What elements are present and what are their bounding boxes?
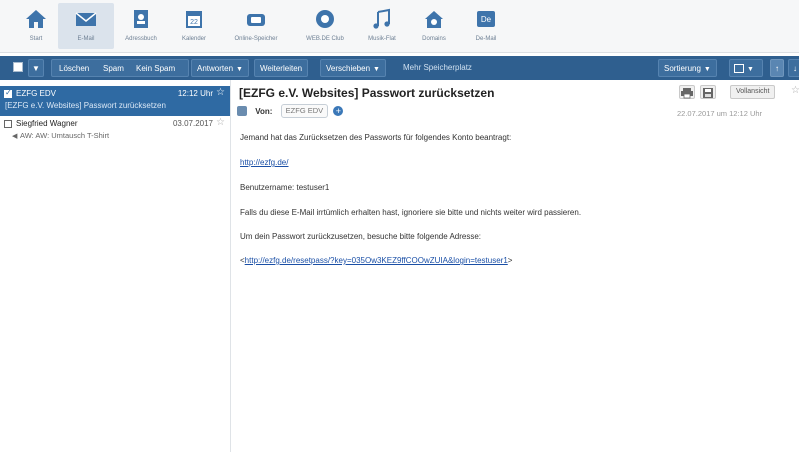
message-checkbox[interactable] — [4, 120, 12, 128]
scroll-up-button[interactable]: ↑ — [770, 59, 784, 77]
nav-label-de-mail: De-Mail — [475, 36, 497, 42]
chevron-down-icon: ▼ — [703, 66, 711, 73]
sort-label: Sortierung — [664, 64, 701, 73]
list-item[interactable]: Siegfried Wagner 03.07.2017 ☆ ◀ AW: AW: … — [0, 116, 230, 144]
message-list: EZFG EDV 12:12 Uhr ☆ [EZFG e.V. Websites… — [0, 80, 231, 452]
layout-button[interactable]: ▼ — [729, 59, 763, 77]
forward-button[interactable]: Weiterleiten — [254, 59, 309, 77]
replied-arrow-icon: ◀ — [12, 133, 18, 140]
home-icon — [26, 10, 46, 28]
sender-chip[interactable]: EZFG EDV — [280, 104, 329, 118]
nav-label-domains: Domains — [422, 36, 446, 42]
chevron-down-icon: ▼ — [32, 64, 40, 73]
top-navigation: Start E-Mail Adressbuch 22 Kalender Onli… — [0, 0, 799, 53]
chevron-down-icon: ▼ — [236, 66, 243, 73]
nav-label-start: Start — [29, 36, 43, 42]
nav-item-email[interactable]: E-Mail — [58, 3, 114, 49]
message-checkbox[interactable] — [4, 88, 12, 98]
layout-icon — [734, 64, 744, 74]
reset-password-link[interactable]: http://ezfg.de/resetpass/?key=035Ow3KEZ9… — [245, 256, 508, 265]
star-icon[interactable]: ☆ — [216, 87, 225, 98]
nav-item-de-mail[interactable]: De De-Mail — [458, 3, 514, 49]
from-label: Von: — [255, 106, 273, 116]
nav-label-online-speicher: Online-Speicher — [234, 36, 278, 42]
message-sender: EZFG EDV — [16, 89, 57, 98]
message-subject: [EZFG e.V. Websites] Passwort zurücksetz… — [5, 101, 166, 110]
list-item[interactable]: EZFG EDV 12:12 Uhr ☆ [EZFG e.V. Websites… — [0, 86, 230, 116]
sort-button[interactable]: Sortierung ▼ — [658, 59, 717, 77]
cloud-storage-icon — [247, 14, 265, 26]
svg-text:De: De — [481, 15, 492, 24]
nav-label-kalender: Kalender — [181, 36, 207, 42]
domain-house-icon — [425, 11, 443, 28]
angle-bracket-close: > — [507, 256, 513, 265]
nav-label-adressbuch: Adressbuch — [125, 36, 157, 42]
sender-card-icon — [237, 106, 247, 116]
move-label: Verschieben — [326, 64, 371, 73]
reply-label: Antworten — [197, 64, 234, 73]
message-date: 12:12 Uhr — [177, 89, 213, 98]
arrow-up-icon: ↑ — [775, 64, 779, 73]
site-link[interactable]: http://ezfg.de/ — [240, 158, 288, 167]
star-icon[interactable]: ☆ — [216, 117, 225, 128]
message-subject: AW: AW: Umtausch T-Shirt — [20, 131, 110, 140]
nav-item-kalender[interactable]: 22 Kalender — [166, 3, 222, 49]
not-spam-button[interactable]: Kein Spam — [136, 60, 175, 78]
nav-item-adressbuch[interactable]: Adressbuch — [113, 3, 169, 49]
nav-item-musik-flat[interactable]: Musik-Flat — [354, 3, 410, 49]
music-note-icon — [373, 8, 390, 29]
arrow-down-icon: ↓ — [793, 64, 797, 73]
de-mail-icon: De — [477, 11, 495, 27]
nav-item-domains[interactable]: Domains — [406, 3, 462, 49]
body-line: Falls du diese E-Mail irrtümlich erhalte… — [240, 208, 582, 217]
full-view-button[interactable]: Vollansicht — [730, 85, 776, 99]
body-link-line: http://ezfg.de/ — [240, 157, 288, 168]
spam-button[interactable]: Spam — [103, 60, 124, 78]
star-icon[interactable]: ☆ — [791, 85, 799, 96]
mail-subject-title: [EZFG e.V. Websites] Passwort zurücksetz… — [239, 86, 495, 100]
edge-button[interactable]: ↓ — [788, 59, 799, 77]
body-line: Jemand hat das Zurücksetzen des Passwort… — [240, 133, 512, 142]
message-date: 03.07.2017 — [172, 119, 213, 128]
nav-item-online-speicher[interactable]: Online-Speicher — [228, 3, 284, 49]
address-book-icon — [134, 10, 148, 28]
club-icon — [316, 10, 334, 28]
save-button[interactable] — [700, 85, 716, 99]
chevron-down-icon: ▼ — [373, 66, 380, 73]
calendar-badge: 22 — [190, 19, 198, 26]
select-dropdown-button[interactable]: ▼ — [28, 59, 44, 77]
floppy-disk-icon — [703, 88, 713, 98]
body-reset-line: <http://ezfg.de/resetpass/?key=035Ow3KEZ… — [240, 255, 512, 266]
chevron-down-icon: ▼ — [747, 66, 754, 73]
action-button-group: Löschen Spam Kein Spam — [51, 59, 189, 77]
message-sender: Siegfried Wagner — [16, 119, 78, 128]
delete-button[interactable]: Löschen — [59, 60, 89, 78]
nav-label-musik-flat: Musik-Flat — [368, 36, 396, 42]
select-all-checkbox[interactable] — [13, 62, 23, 72]
body-line: Um dein Passwort zurückzusetzen, besuche… — [240, 232, 482, 241]
mail-toolbar: ▼ Löschen Spam Kein Spam Antworten ▼ Weit… — [0, 56, 799, 80]
printer-icon — [681, 88, 693, 99]
from-row: Von: EZFG EDV + — [237, 104, 344, 118]
envelope-icon — [75, 12, 97, 26]
move-button[interactable]: Verschieben ▼ — [320, 59, 386, 77]
nav-item-club[interactable]: WEB.DE Club — [297, 3, 353, 49]
more-storage-link[interactable]: Mehr Speicherplatz — [403, 59, 472, 77]
mail-date: 22.07.2017 um 12:12 Uhr — [677, 109, 763, 118]
forward-label: Weiterleiten — [260, 64, 303, 73]
body-line: Benutzername: testuser1 — [240, 183, 330, 192]
nav-label-email: E-Mail — [77, 36, 95, 42]
add-contact-icon[interactable]: + — [333, 106, 344, 116]
reply-button[interactable]: Antworten ▼ — [191, 59, 249, 77]
nav-label-club: WEB.DE Club — [306, 36, 344, 42]
nav-item-start[interactable]: Start — [8, 3, 64, 49]
reading-pane: [EZFG e.V. Websites] Passwort zurücksetz… — [231, 80, 799, 452]
print-button[interactable] — [679, 85, 695, 99]
calendar-icon: 22 — [186, 11, 202, 28]
